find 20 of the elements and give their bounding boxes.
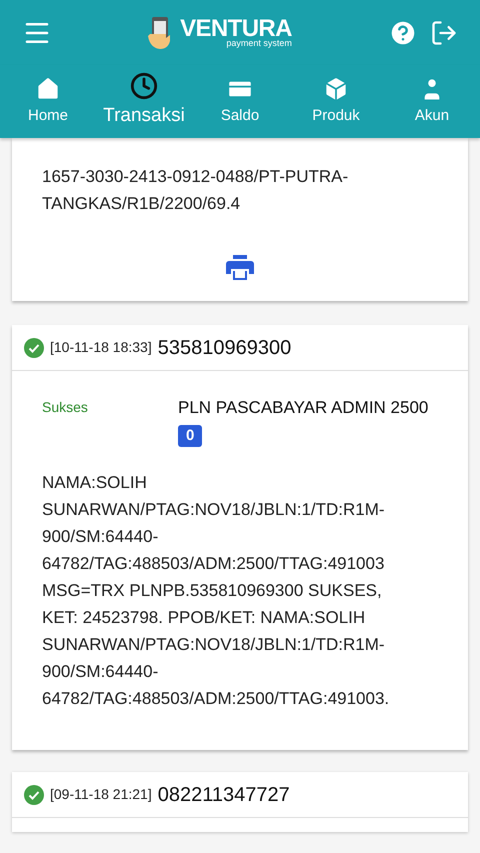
- timestamp: [09-11-18 21:21]: [50, 785, 152, 804]
- nav-tab[interactable]: Produk: [288, 65, 384, 138]
- count-badge: 0: [178, 425, 202, 447]
- print-button[interactable]: [224, 253, 256, 283]
- brand-name: VENTURA: [180, 17, 292, 41]
- timestamp: [10-11-18 18:33]: [50, 338, 152, 357]
- transaction-number: 535810969300: [158, 336, 292, 360]
- transaction-details: 1657-3030-2413-0912-0488/PT-PUTRA-TANGKAS/R1B/2200/69.4: [41, 166, 350, 215]
- nav-tab[interactable]: Saldo: [192, 65, 288, 138]
- transaction-number: 082211347727: [158, 782, 290, 808]
- phone-logo-icon: [148, 16, 172, 50]
- transaction-details: NAMA:SOLIH SUNARWAN/PTAG:NOV18/JBLN:1/TD:R1M-900/SM:64440-64782/TAG:488503/ADM:2500/TTAG:491003 MSG=TRX PLNPB.535810969300 SUKSES, KET: 24523798. PPOB/KET: NAMA:SOLIH SUNARWAN/PTAG:NOV18/JBLN:1/TD:R1M-900/SM:64440-64782/TAG:488503/ADM:2500/TTAG:491003.: [41, 472, 390, 710]
- brand-tagline: payment system: [226, 39, 292, 48]
- clock-icon: [130, 72, 158, 100]
- nav-tab[interactable]: Akun: [384, 65, 480, 138]
- nav-tab[interactable]: Home: [0, 65, 96, 138]
- status-label: Sukses: [42, 398, 89, 417]
- logout-button[interactable]: [430, 18, 458, 46]
- nav-tab[interactable]: Transaksi: [96, 65, 192, 138]
- product-name: PLN PASCABAYAR ADMIN 2500: [178, 397, 428, 419]
